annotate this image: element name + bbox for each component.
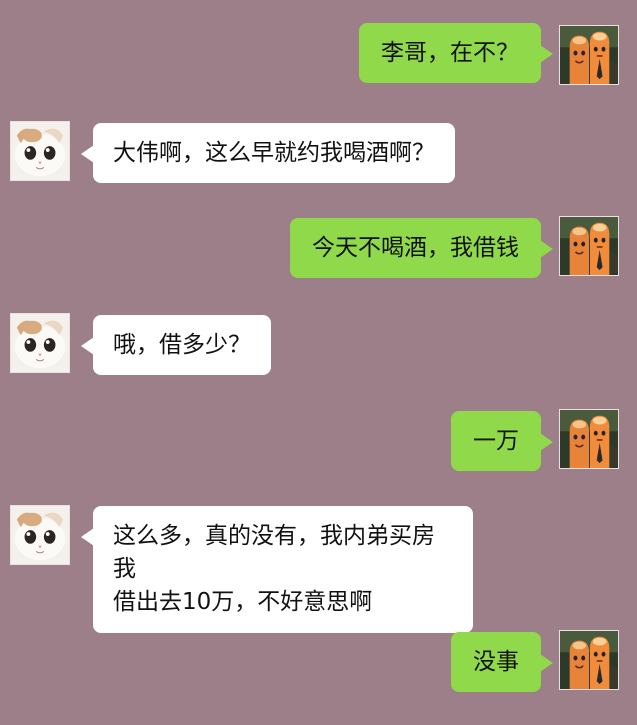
message-row: 李哥，在不？ xyxy=(0,22,637,92)
self-avatar[interactable] xyxy=(559,409,619,469)
self-avatar[interactable] xyxy=(559,25,619,85)
white-cat-avatar-icon xyxy=(11,314,69,372)
outgoing-message-bubble[interactable]: 今天不喝酒，我借钱 xyxy=(290,218,553,278)
message-row: 大伟啊，这么早就约我喝酒啊？ xyxy=(0,121,637,185)
outgoing-message-bubble[interactable]: 一万 xyxy=(451,411,553,471)
incoming-message-bubble[interactable]: 哦，借多少？ xyxy=(81,315,271,375)
self-avatar[interactable] xyxy=(559,216,619,276)
message-text-line-1: 这么多，真的没有，我内弟买房我 xyxy=(113,523,435,582)
outgoing-message-bubble[interactable]: 没事 xyxy=(451,632,553,692)
message-row: 这么多，真的没有，我内弟买房我 借出去10万，不好意思啊 xyxy=(0,505,637,633)
message-text: 没事 xyxy=(473,649,519,675)
finger-puppets-avatar-icon xyxy=(560,410,618,468)
outgoing-message-bubble[interactable]: 李哥，在不？ xyxy=(359,23,553,83)
friend-avatar[interactable] xyxy=(10,313,70,373)
white-cat-avatar-icon xyxy=(11,506,69,564)
message-text-line-2: 借出去10万，不好意思啊 xyxy=(113,589,373,615)
incoming-message-bubble[interactable]: 这么多，真的没有，我内弟买房我 借出去10万，不好意思啊 xyxy=(81,506,473,633)
self-avatar[interactable] xyxy=(559,630,619,690)
message-row: 没事 xyxy=(0,629,637,699)
incoming-message-bubble[interactable]: 大伟啊，这么早就约我喝酒啊？ xyxy=(81,123,455,183)
message-row: 今天不喝酒，我借钱 xyxy=(0,215,637,285)
message-text: 李哥，在不？ xyxy=(381,40,519,66)
message-text: 大伟啊，这么早就约我喝酒啊？ xyxy=(113,140,435,166)
message-row: 一万 xyxy=(0,408,637,478)
white-cat-avatar-icon xyxy=(11,122,69,180)
message-text: 一万 xyxy=(473,428,519,454)
chat-window: 李哥，在不？ 大伟啊，这么早就约我喝酒啊？ 今天不喝酒，我借钱 哦，借多少？ 一… xyxy=(0,0,637,725)
message-row: 哦，借多少？ xyxy=(0,313,637,379)
message-text: 哦，借多少？ xyxy=(113,332,251,358)
finger-puppets-avatar-icon xyxy=(560,217,618,275)
friend-avatar[interactable] xyxy=(10,505,70,565)
message-text: 今天不喝酒，我借钱 xyxy=(312,235,519,261)
finger-puppets-avatar-icon xyxy=(560,631,618,689)
finger-puppets-avatar-icon xyxy=(560,26,618,84)
friend-avatar[interactable] xyxy=(10,121,70,181)
